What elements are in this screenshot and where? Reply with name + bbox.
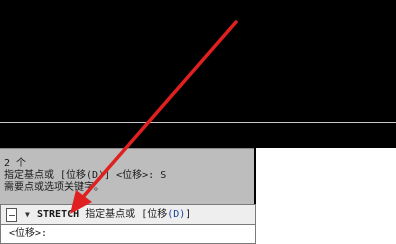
command-line[interactable]: ▼ STRETCH 指定基点或 [位移(D)]: [0, 204, 256, 225]
history-line: 需要点或选项关键字。: [4, 182, 104, 193]
command-input[interactable]: <位移>:: [0, 225, 256, 244]
command-history: 2 个 指定基点或 [位移(D)] <位移>: S 需要点或选项关键字。: [0, 148, 254, 205]
prompt-text: 指定基点或 [位移: [85, 209, 168, 220]
prompt-end: ]: [185, 209, 192, 220]
command-name: STRETCH: [37, 209, 80, 220]
command-prompt: STRETCH 指定基点或 [位移(D)]: [37, 209, 191, 221]
history-line: 指定基点或 [位移(D)] <位移>: S: [4, 170, 167, 181]
input-prompt: <位移>:: [9, 228, 48, 239]
drawing-canvas[interactable]: [0, 0, 396, 148]
history-line: 2 个: [4, 158, 27, 169]
option-displacement[interactable]: (D): [167, 209, 185, 220]
drawn-line: [0, 122, 396, 123]
blank-area: [256, 148, 396, 244]
command-line-icon[interactable]: [6, 208, 17, 222]
dropdown-arrow-icon[interactable]: ▼: [25, 210, 30, 219]
